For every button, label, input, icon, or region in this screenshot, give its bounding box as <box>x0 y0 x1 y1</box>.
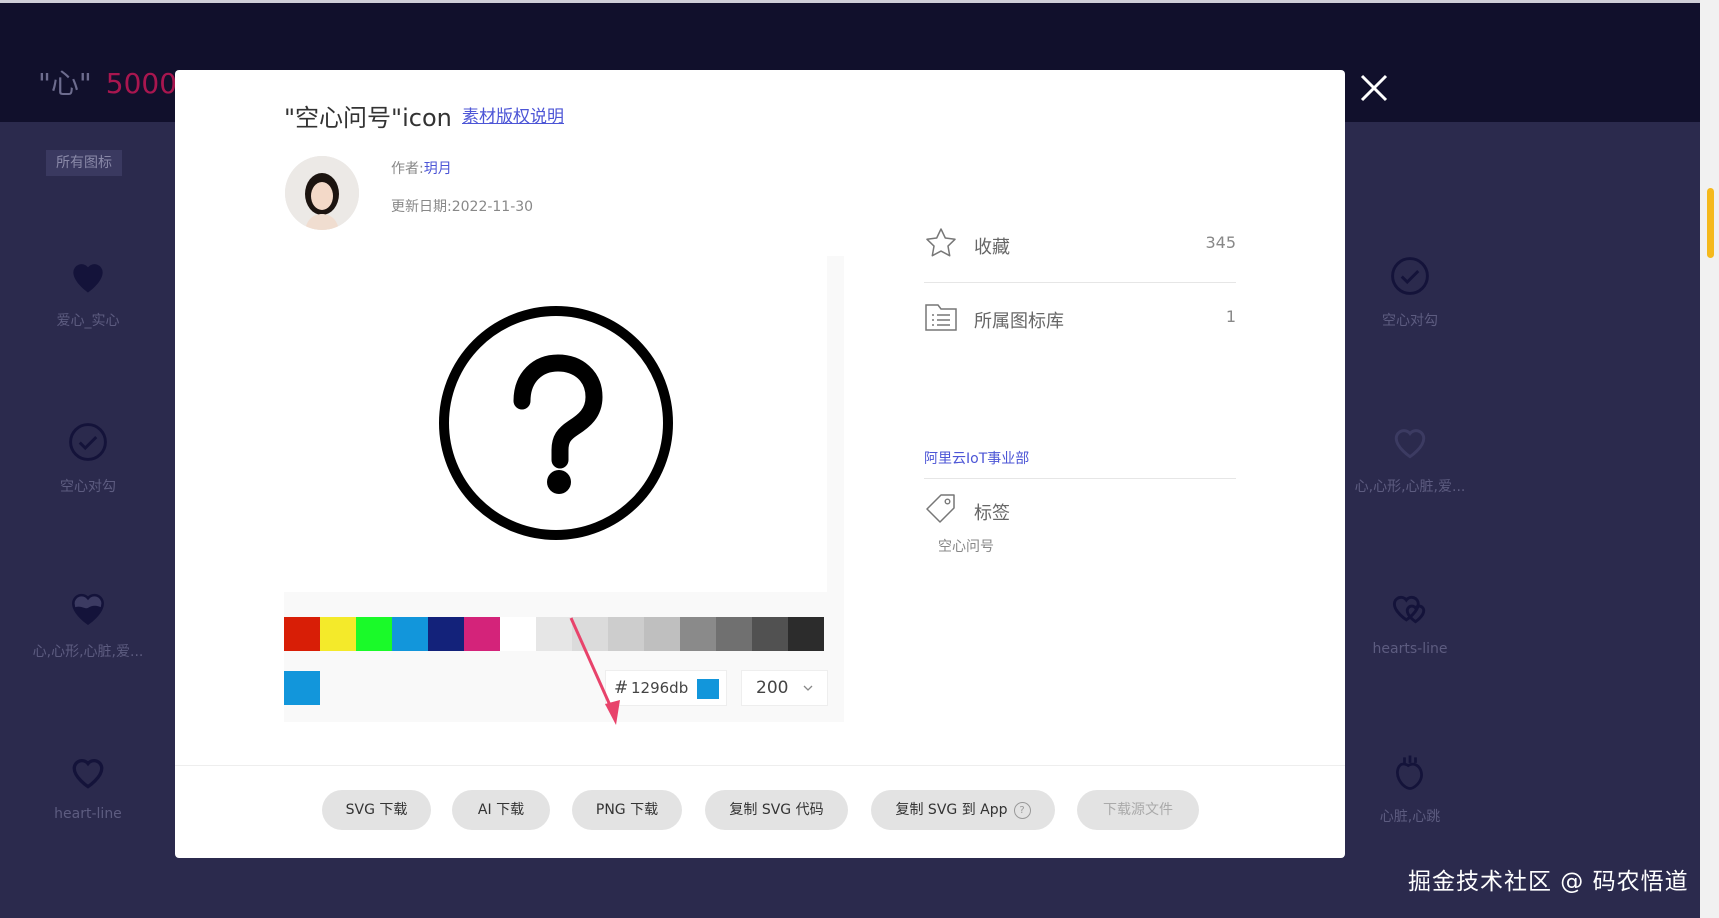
color-swatch[interactable] <box>644 617 680 651</box>
library-name-link[interactable]: 阿里云IoT事业部 <box>924 448 1029 468</box>
heart-half-icon <box>72 593 104 626</box>
color-swatch[interactable] <box>464 617 500 651</box>
copyright-link[interactable]: 素材版权说明 <box>462 102 564 127</box>
tag-icon <box>926 494 955 523</box>
scrollbar-thumb[interactable] <box>1707 188 1714 258</box>
footer-divider <box>175 765 1345 766</box>
hearts-line-icon <box>1392 595 1426 624</box>
modal-title: "空心问号"icon <box>284 104 452 132</box>
icon-card[interactable]: hearts-line <box>1330 585 1490 657</box>
hex-value: 1296db <box>631 679 689 697</box>
page-scrollbar[interactable] <box>1700 0 1719 918</box>
icon-card-label: hearts-line <box>1372 641 1448 657</box>
help-icon[interactable]: ? <box>1013 802 1031 819</box>
icon-card[interactable]: 心,心形,心脏,爱... <box>8 585 168 661</box>
filter-all-icons[interactable]: 所有图标 <box>46 150 122 176</box>
search-keyword: "心" <box>38 67 92 100</box>
size-value: 200 <box>756 678 789 698</box>
svg-download-button[interactable]: SVG 下载 <box>322 790 431 830</box>
color-swatch[interactable] <box>716 617 752 651</box>
browser-top-edge <box>0 0 1719 3</box>
icon-card[interactable]: 空心对勾 <box>8 420 168 496</box>
current-color-swatch[interactable] <box>284 671 320 705</box>
icon-card-label: 心,心形,心脏,爱... <box>1354 479 1466 495</box>
library-label: 所属图标库 <box>974 311 1064 332</box>
icon-preview <box>284 256 827 592</box>
size-select[interactable]: 200 <box>741 670 828 706</box>
color-swatch[interactable] <box>284 617 320 651</box>
ai-download-button[interactable]: AI 下载 <box>452 790 550 830</box>
star-icon <box>926 228 956 257</box>
favorites-label: 收藏 <box>974 237 1010 258</box>
color-swatch[interactable] <box>536 617 572 651</box>
author-info: 作者:玥月 <box>391 158 452 178</box>
watermark: 掘金技术社区 @ 码农悟道 <box>1408 869 1689 895</box>
preview-panel <box>284 256 844 722</box>
author-avatar[interactable] <box>285 156 359 230</box>
author-name-link[interactable]: 玥月 <box>424 161 452 177</box>
copy-svg-to-app-label: 复制 SVG 到 App <box>895 802 1008 818</box>
color-swatch[interactable] <box>428 617 464 651</box>
color-picker-chip[interactable] <box>697 679 719 699</box>
date-value: 2022-11-30 <box>451 199 534 215</box>
icon-card-label: 爱心_实心 <box>56 313 120 329</box>
avatar-image <box>285 156 359 230</box>
library-count: 1 <box>1225 307 1236 326</box>
icon-card-label: heart-line <box>54 806 122 822</box>
favorites-count: 345 <box>1205 233 1236 252</box>
close-modal-button[interactable] <box>1358 72 1390 104</box>
icon-card[interactable]: 心脏,心跳 <box>1330 750 1490 826</box>
divider <box>924 282 1236 283</box>
author-label: 作者: <box>391 161 424 177</box>
icon-card-label: 空心对勾 <box>1382 313 1438 329</box>
heart-filled-icon <box>73 264 103 293</box>
search-result-title: "心" 5000 <box>38 62 177 102</box>
heart-outline-icon <box>72 759 104 789</box>
color-swatch[interactable] <box>356 617 392 651</box>
download-source-button[interactable]: 下载源文件 <box>1077 790 1199 830</box>
color-swatch[interactable] <box>500 617 536 651</box>
icon-card[interactable]: heart-line <box>8 750 168 822</box>
check-circle-icon <box>1391 257 1429 295</box>
png-download-button[interactable]: PNG 下载 <box>572 790 682 830</box>
icon-card[interactable]: 空心对勾 <box>1330 254 1490 330</box>
tags-label: 标签 <box>974 503 1010 524</box>
icon-card[interactable]: 心,心形,心脏,爱... <box>1330 420 1490 496</box>
date-label: 更新日期: <box>391 199 452 215</box>
annotation-arrow <box>569 617 620 725</box>
color-swatch[interactable] <box>392 617 428 651</box>
color-swatch[interactable] <box>320 617 356 651</box>
color-swatch[interactable] <box>680 617 716 651</box>
update-date: 更新日期:2022-11-30 <box>391 196 533 216</box>
check-circle-icon <box>69 423 107 461</box>
question-circle-icon <box>439 306 673 540</box>
icon-card[interactable]: 爱心_实心 <box>8 254 168 330</box>
tag-chip[interactable]: 空心问号 <box>926 532 1006 562</box>
color-swatch[interactable] <box>752 617 788 651</box>
icon-detail-modal: "空心问号"icon 素材版权说明 作者:玥月 更新日期:2022-11-30 … <box>175 70 1345 858</box>
divider <box>924 478 1236 479</box>
close-icon <box>1360 74 1388 102</box>
folder-list-icon <box>925 304 957 331</box>
copy-svg-to-app-button[interactable]: 复制 SVG 到 App? <box>871 790 1055 830</box>
color-swatches <box>284 617 824 651</box>
icon-card-label: 心脏,心跳 <box>1379 809 1441 825</box>
heart-outline-icon <box>1394 429 1426 459</box>
icon-card-label: 心,心形,心脏,爱... <box>32 644 144 660</box>
icon-card-label: 空心对勾 <box>60 479 116 495</box>
chevron-down-icon <box>802 671 814 718</box>
result-count: 5000 <box>105 67 178 100</box>
anatomical-heart-icon <box>1396 755 1423 790</box>
copy-svg-code-button[interactable]: 复制 SVG 代码 <box>705 790 848 830</box>
color-swatch[interactable] <box>788 617 824 651</box>
